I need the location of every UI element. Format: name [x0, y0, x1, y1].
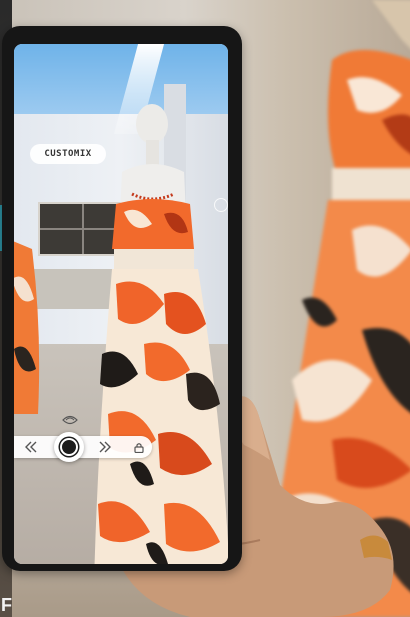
ar-control-bar — [14, 432, 152, 462]
camera-scene: F CUSTOMIX — [0, 0, 410, 617]
floor-marker-icon — [62, 415, 78, 425]
lock-icon[interactable] — [132, 436, 146, 458]
partial-dress-left — [14, 241, 40, 414]
tablet-device: CUSTOMIX — [2, 26, 242, 571]
capture-button[interactable] — [54, 432, 84, 462]
chevron-double-right-icon[interactable] — [96, 436, 114, 458]
ar-app-screen: CUSTOMIX — [14, 44, 228, 564]
chevron-double-left-icon[interactable] — [22, 436, 40, 458]
ar-dress-mannequin — [94, 104, 228, 564]
record-icon — [60, 438, 78, 456]
